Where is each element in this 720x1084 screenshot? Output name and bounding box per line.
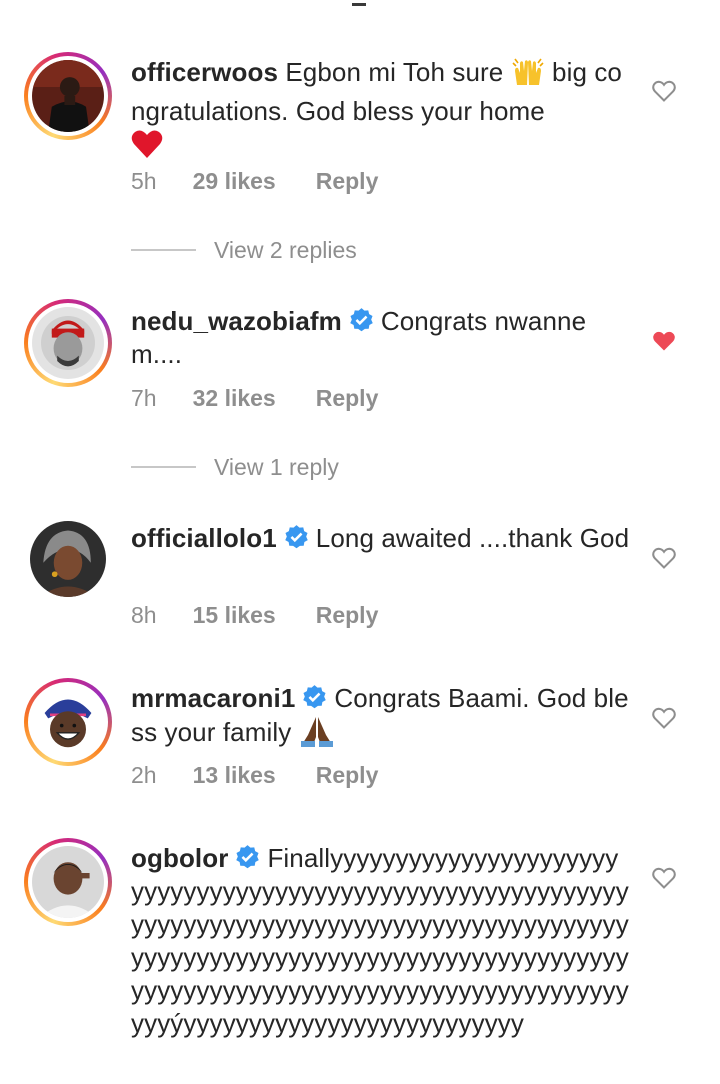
comment-text: officiallolo1 Long awaited ....thank God	[131, 522, 631, 555]
reply-button[interactable]: Reply	[316, 385, 379, 412]
comment-meta: 7h 32 likes Reply	[131, 385, 378, 412]
avatar-photo	[32, 686, 104, 758]
avatar[interactable]	[24, 678, 112, 766]
comment-username[interactable]: officiallolo1	[131, 523, 277, 553]
verified-badge-icon	[303, 685, 327, 709]
comment-meta: 2h 13 likes Reply	[131, 762, 378, 789]
comment-likes[interactable]: 32 likes	[193, 385, 276, 412]
folded-hands-emoji-icon	[299, 715, 335, 755]
comment-text: officerwoos Egbon mi Toh sure big congra…	[131, 56, 631, 167]
avatar[interactable]	[24, 52, 112, 140]
comment-text: ogbolor Finallyyyyyyyyyyyyyyyyyyyyyyyyyyy…	[131, 842, 631, 1040]
avatar-photo	[32, 60, 104, 132]
comment-username[interactable]: ogbolor	[131, 843, 228, 873]
heart-outline-icon[interactable]	[652, 867, 676, 889]
avatar-photo	[32, 307, 104, 379]
heart-outline-icon[interactable]	[652, 547, 676, 569]
comment-time: 7h	[131, 385, 157, 411]
comment-likes[interactable]: 29 likes	[193, 168, 276, 195]
view-replies-button[interactable]: View 1 reply	[131, 454, 339, 481]
avatar-photo	[32, 846, 104, 918]
reply-button[interactable]: Reply	[316, 602, 379, 629]
comment-time: 8h	[131, 602, 157, 628]
avatar[interactable]	[24, 515, 112, 603]
avatar[interactable]	[24, 299, 112, 387]
heart-filled-icon[interactable]	[652, 330, 676, 352]
comment-username[interactable]: officerwoos	[131, 57, 278, 87]
reply-button[interactable]: Reply	[316, 168, 379, 195]
view-replies-button[interactable]: View 2 replies	[131, 237, 357, 264]
raising-hands-emoji-icon	[511, 57, 545, 95]
comment-username[interactable]: mrmacaroni1	[131, 683, 295, 713]
comment-text: nedu_wazobiafm Congrats nwannem....	[131, 305, 631, 371]
comment-username[interactable]: nedu_wazobiafm	[131, 306, 342, 336]
verified-badge-icon	[236, 845, 260, 869]
view-replies-label: View 1 reply	[214, 454, 339, 480]
comment-time: 5h	[131, 168, 157, 194]
reply-button[interactable]: Reply	[316, 762, 379, 789]
view-replies-label: View 2 replies	[214, 237, 357, 263]
comment-likes[interactable]: 15 likes	[193, 602, 276, 629]
comment-body: Long awaited ....thank God	[315, 523, 630, 553]
avatar-photo	[30, 521, 106, 597]
red-heart-emoji-icon	[131, 129, 163, 167]
comment-meta: 5h 29 likes Reply	[131, 168, 378, 195]
comment-meta: 8h 15 likes Reply	[131, 602, 378, 629]
comment-likes[interactable]: 13 likes	[193, 762, 276, 789]
avatar[interactable]	[24, 838, 112, 926]
verified-badge-icon	[285, 525, 308, 549]
comment-body: Egbon mi Toh sure	[285, 57, 504, 87]
divider-line	[131, 466, 196, 468]
divider-line	[131, 249, 196, 251]
heart-outline-icon[interactable]	[652, 80, 676, 102]
verified-badge-icon	[350, 308, 373, 332]
comment-text: mrmacaroni1 Congrats Baami. God bless you…	[131, 682, 631, 755]
heart-outline-icon[interactable]	[652, 707, 676, 729]
previous-content-edge	[0, 0, 720, 10]
comment-time: 2h	[131, 762, 157, 788]
